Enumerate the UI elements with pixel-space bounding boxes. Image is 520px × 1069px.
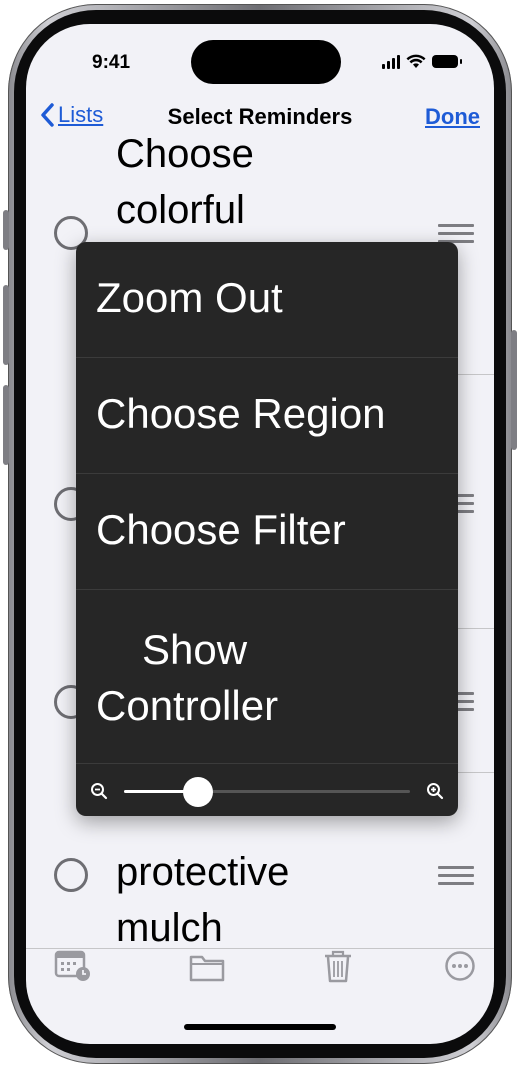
status-time: 9:41 xyxy=(92,52,131,73)
dynamic-island xyxy=(191,40,341,84)
volume-up-button xyxy=(3,285,9,365)
bottom-toolbar xyxy=(26,949,494,1009)
zoom-slider[interactable] xyxy=(76,764,458,816)
cellular-signal-icon xyxy=(382,54,400,69)
choose-region-menu-item[interactable]: Choose Region xyxy=(76,358,458,474)
completion-circle[interactable] xyxy=(54,858,88,892)
choose-filter-menu-item[interactable]: Choose Filter xyxy=(76,474,458,590)
navigation-bar: Lists Select Reminders Done xyxy=(26,102,494,142)
home-indicator[interactable] xyxy=(184,1024,336,1030)
zoom-menu: Zoom Out Choose Region Choose Filter Sho… xyxy=(76,242,458,816)
zoom-out-menu-item[interactable]: Zoom Out xyxy=(76,242,458,358)
folder-icon[interactable] xyxy=(189,952,225,982)
show-controller-menu-item[interactable]: Show Controller xyxy=(76,590,458,764)
wifi-icon xyxy=(406,54,426,68)
calendar-clock-icon[interactable] xyxy=(54,949,94,983)
action-button xyxy=(3,210,9,250)
volume-down-button xyxy=(3,385,9,465)
zoom-in-icon[interactable] xyxy=(426,782,444,800)
done-button[interactable]: Done xyxy=(425,104,480,130)
power-button xyxy=(511,330,517,450)
slider-track[interactable] xyxy=(124,777,410,807)
page-title: Select Reminders xyxy=(167,104,353,129)
trash-icon[interactable] xyxy=(322,949,354,983)
battery-icon xyxy=(432,55,462,68)
status-icons xyxy=(382,54,462,69)
reorder-handle-icon[interactable] xyxy=(438,866,474,890)
reminder-text: protective mulch xyxy=(116,850,290,950)
more-icon[interactable] xyxy=(444,950,476,982)
slider-knob[interactable] xyxy=(183,777,214,807)
reminder-text: Choose colorful xyxy=(116,132,254,232)
zoom-out-icon[interactable] xyxy=(90,782,108,800)
list-item[interactable]: protective mulch xyxy=(26,822,494,962)
screen: 9:41 Lists Select Reminders Done Choose … xyxy=(26,24,494,1044)
